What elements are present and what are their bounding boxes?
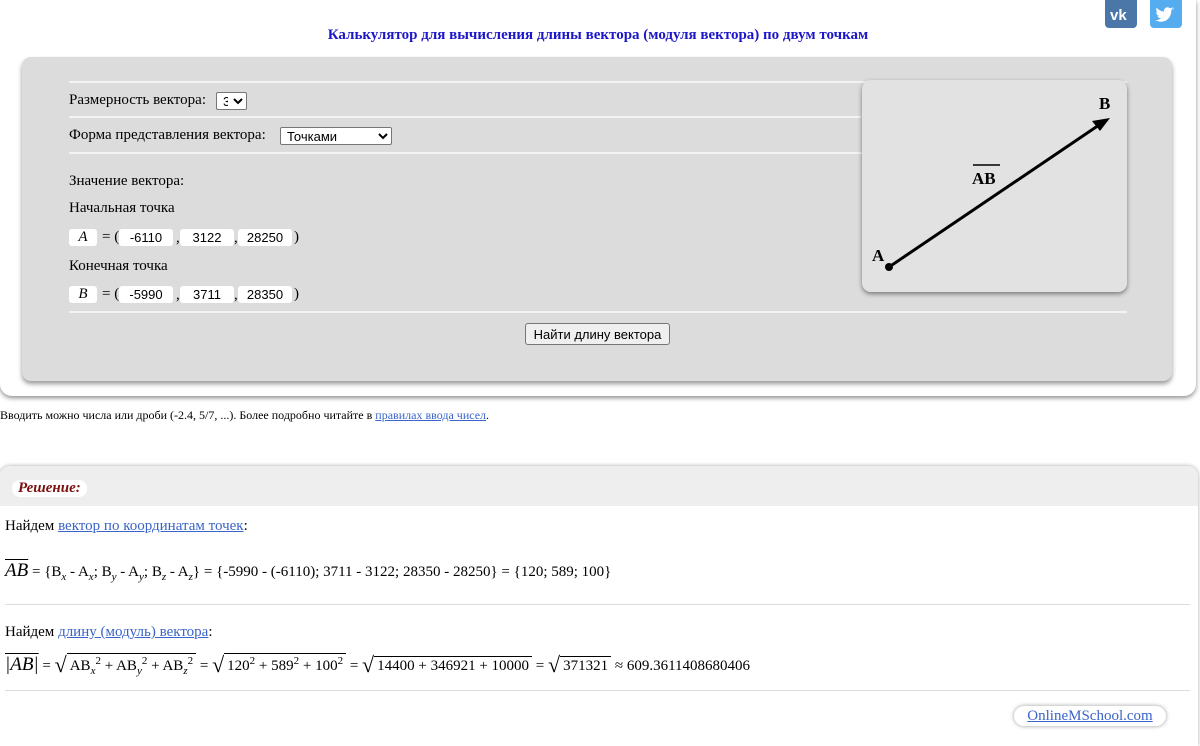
- diagram-label-ab: AB: [972, 169, 996, 188]
- start-point-label: Начальная точка: [69, 200, 175, 216]
- step2-text: Найдем длину (модуль) вектора:: [5, 624, 213, 640]
- vector-line: [888, 121, 1103, 269]
- point-a-x-input[interactable]: -6110: [119, 229, 173, 246]
- diagram-label-b: B: [1099, 94, 1110, 113]
- point-b-y-input[interactable]: 3711: [180, 286, 234, 303]
- solution-separator: [5, 690, 1190, 691]
- vector-diagram-svg: A B AB: [872, 94, 1110, 271]
- svg-text:vk: vk: [1110, 7, 1127, 24]
- find-length-button[interactable]: Найти длину вектора: [525, 323, 670, 345]
- sqrt-expression-3: 14400 + 346921 + 10000: [374, 656, 533, 675]
- step2-formula: |AB| = √ ABx2 + ABy2 + ABz2 = √ 1202 + 589…: [5, 652, 751, 677]
- sqrt-icon: √: [54, 652, 67, 677]
- page-title: Калькулятор для вычисления длины вектора…: [327, 27, 869, 43]
- end-point-label: Конечная точка: [69, 258, 168, 274]
- equals-paren: = (: [102, 229, 120, 245]
- solution-title: Решение:: [12, 480, 87, 497]
- vector-diagram: A B AB: [862, 80, 1127, 292]
- sqrt-icon: √: [212, 652, 225, 677]
- separator: [69, 116, 861, 118]
- point-a-dot: [885, 263, 893, 271]
- calculator-card: Калькулятор для вычисления длины вектора…: [0, 0, 1196, 396]
- dimension-select[interactable]: 3: [216, 92, 247, 110]
- hint-text: Вводить можно числа или дроби (-2.4, 5/7…: [0, 408, 373, 422]
- solution-header: Решение:: [0, 466, 1198, 506]
- dimension-label: Размерность вектора:: [69, 92, 206, 108]
- solution-card: Решение: Найдем вектор по координатам то…: [0, 466, 1198, 746]
- point-a-z-input[interactable]: 28250: [238, 229, 292, 246]
- vector-by-points-link[interactable]: вектор по координатам точек: [58, 518, 244, 534]
- vector-length-link[interactable]: длину (модуль) вектора: [58, 624, 208, 640]
- separator: [69, 311, 1127, 313]
- onlinemschool-link[interactable]: OnlineMSchool.com: [1014, 706, 1166, 726]
- point-b-name: B: [69, 286, 97, 303]
- vk-share-button[interactable]: vk: [1105, 0, 1137, 28]
- sqrt-icon: √: [362, 652, 375, 677]
- representation-select[interactable]: Точками: [280, 127, 392, 145]
- vk-icon: vk: [1110, 7, 1127, 24]
- input-rules-link[interactable]: правилах ввода чисел: [375, 408, 486, 422]
- point-b-z-input[interactable]: 28350: [238, 286, 292, 303]
- step1-formula: AB = {Bx - Ax; By - Ay; Bz - Az} = {-599…: [5, 560, 612, 583]
- sqrt-icon: √: [548, 652, 561, 677]
- sqrt-expression-4: 371321: [560, 656, 612, 675]
- close-paren: ): [294, 286, 299, 302]
- hint-end: .: [486, 408, 490, 422]
- twitter-icon: [1155, 7, 1174, 22]
- point-a-y-input[interactable]: 3122: [180, 229, 234, 246]
- close-paren: ): [294, 229, 299, 245]
- solution-separator: [5, 604, 1190, 605]
- vector-ab-modulus: |AB|: [5, 654, 39, 675]
- vector-value-label: Значение вектора:: [69, 173, 185, 189]
- input-hint: Вводить можно числа или дроби (-2.4, 5/7…: [0, 408, 489, 423]
- diagram-label-a: A: [872, 246, 885, 265]
- sqrt-expression-1: ABx2 + ABy2 + ABz2: [66, 653, 197, 677]
- step1-text: Найдем вектор по координатам точек:: [5, 518, 248, 534]
- sqrt-expression-2: 1202 + 5892 + 1002: [224, 653, 347, 675]
- approx-result: ≈ 609.3611408680406: [614, 658, 751, 674]
- vector-ab-symbol: AB: [5, 560, 29, 581]
- point-a-name: A: [69, 229, 97, 246]
- representation-label: Форма представления вектора:: [69, 127, 266, 143]
- twitter-share-button[interactable]: [1150, 0, 1182, 28]
- equals-paren: = (: [102, 286, 120, 302]
- point-b-x-input[interactable]: -5990: [119, 286, 173, 303]
